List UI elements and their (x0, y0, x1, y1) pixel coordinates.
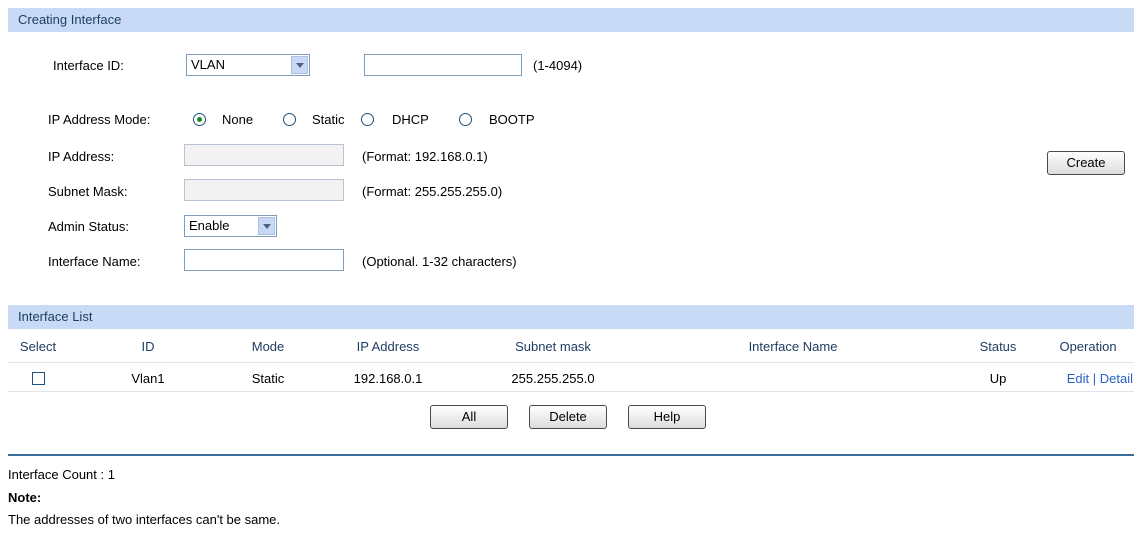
ip-mode-dhcp-radio[interactable] (361, 113, 374, 126)
detail-link[interactable]: Detail (1100, 371, 1133, 386)
ip-mode-none-label: None (222, 112, 254, 127)
ip-mode-bootp-radio[interactable] (459, 113, 472, 126)
col-id: ID (141, 339, 155, 354)
interface-list-header: Interface List (8, 305, 1134, 329)
create-button[interactable]: Create (1047, 151, 1125, 175)
ip-address-input[interactable] (184, 144, 344, 166)
interface-name-label: Interface Name: (48, 254, 141, 269)
ip-address-hint: (Format: 192.168.0.1) (362, 149, 488, 164)
interface-id-input[interactable] (364, 54, 522, 76)
subnet-mask-label: Subnet Mask: (48, 184, 128, 199)
col-operation: Operation (1059, 339, 1117, 354)
row-operation: Edit | Detail (1035, 370, 1133, 388)
operation-separator: | (1092, 371, 1097, 386)
ip-address-mode-label: IP Address Mode: (48, 112, 151, 127)
interface-id-type-select[interactable]: VLAN (186, 54, 310, 76)
row-subnet-mask: 255.255.255.0 (511, 371, 595, 386)
row-select-checkbox[interactable] (32, 372, 45, 385)
subnet-mask-hint: (Format: 255.255.255.0) (362, 184, 503, 199)
ip-mode-dhcp-label: DHCP (392, 112, 429, 127)
admin-status-select[interactable]: Enable (184, 215, 277, 237)
delete-button[interactable]: Delete (529, 405, 607, 429)
table-header-row: Select ID Mode IP Address Subnet mask In… (8, 331, 1134, 363)
help-button[interactable]: Help (628, 405, 706, 429)
ip-address-label: IP Address: (48, 149, 115, 164)
ip-mode-static-radio[interactable] (283, 113, 296, 126)
col-status: Status (979, 339, 1017, 354)
table-row: Vlan1 Static 192.168.0.1 255.255.255.0 U… (8, 363, 1134, 392)
interface-name-hint: (Optional. 1-32 characters) (362, 254, 517, 269)
note-text: The addresses of two interfaces can't be… (8, 512, 281, 527)
col-subnet-mask: Subnet mask (515, 339, 591, 354)
subnet-mask-input[interactable] (184, 179, 344, 201)
row-id: Vlan1 (131, 371, 165, 386)
interface-count: Interface Count : 1 (8, 467, 115, 482)
edit-link[interactable]: Edit (1067, 371, 1089, 386)
section-divider (8, 454, 1134, 456)
row-ip-address: 192.168.0.1 (353, 371, 423, 386)
select-all-button[interactable]: All (430, 405, 508, 429)
admin-status-value: Enable (189, 218, 230, 233)
interface-id-label: Interface ID: (53, 58, 124, 73)
chevron-down-icon (291, 56, 308, 74)
interface-id-range-hint: (1-4094) (533, 58, 583, 73)
admin-status-label: Admin Status: (48, 219, 129, 234)
interface-id-type-value: VLAN (191, 57, 225, 72)
row-status: Up (989, 371, 1007, 386)
col-ip-address: IP Address (356, 339, 420, 354)
row-mode: Static (251, 371, 285, 386)
chevron-down-icon (258, 217, 275, 235)
col-interface-name: Interface Name (748, 339, 838, 354)
creating-interface-header: Creating Interface (8, 8, 1134, 32)
col-mode: Mode (251, 339, 285, 354)
ip-mode-static-label: Static (312, 112, 345, 127)
ip-mode-bootp-label: BOOTP (489, 112, 535, 127)
interface-name-input[interactable] (184, 249, 344, 271)
ip-mode-none-radio[interactable] (193, 113, 206, 126)
col-select: Select (19, 339, 57, 354)
note-title: Note: (8, 490, 42, 505)
